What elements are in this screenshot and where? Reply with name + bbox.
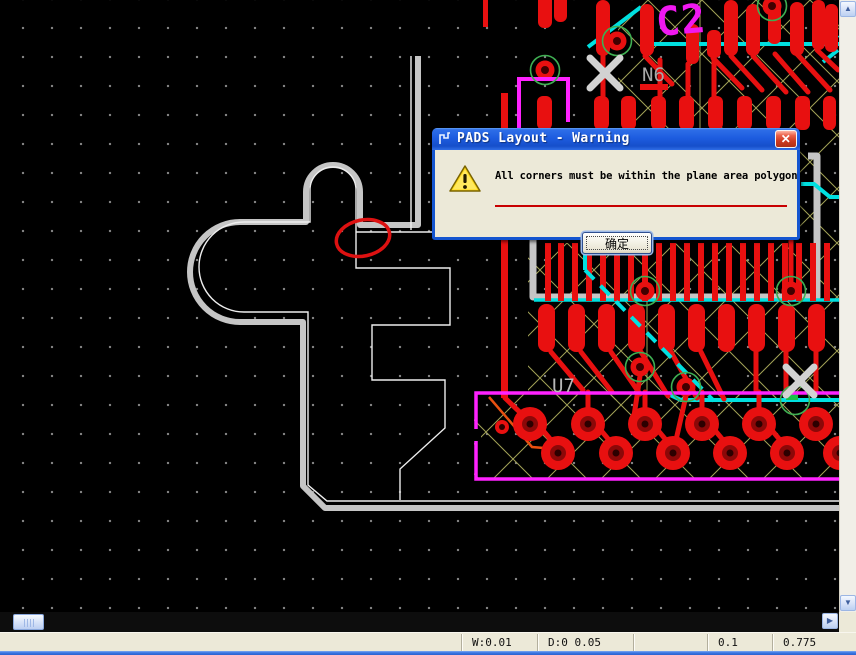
status-value-field-1: 0.1 [707, 634, 772, 651]
label-u7: U7 [552, 375, 575, 397]
status-grid-field: D:0 0.05 [537, 634, 633, 651]
label-c2: C2 [654, 0, 708, 46]
dialog-message: All corners must be within the plane are… [495, 170, 798, 182]
vertical-scrollbar[interactable]: ▲ ▼ [839, 0, 856, 612]
dialog-body: All corners must be within the plane are… [435, 150, 798, 254]
pads-layout-window: C2 N6 U7 ▲ ▼ ▶ W:0.01 D:0 0.05 0.1 0.775 [0, 0, 856, 655]
status-bar: W:0.01 D:0 0.05 0.1 0.775 [0, 632, 856, 651]
status-empty-field [633, 634, 707, 651]
close-button[interactable]: ✕ [775, 130, 797, 148]
ok-button[interactable]: 确定 [582, 232, 652, 254]
horizontal-scrollbar[interactable]: ▶ [0, 612, 839, 632]
down-arrow-icon: ▼ [844, 598, 852, 607]
close-icon: ✕ [780, 132, 792, 146]
horizontal-scrollbar-thumb[interactable] [13, 614, 44, 630]
dialog-title: PADS Layout - Warning [457, 131, 630, 146]
warning-dialog: PADS Layout - Warning ✕ All corners must… [432, 128, 800, 254]
scroll-up-button[interactable]: ▲ [840, 1, 856, 17]
scroll-right-button[interactable]: ▶ [822, 613, 838, 629]
scroll-down-button[interactable]: ▼ [840, 595, 856, 611]
pads-logo-icon [438, 132, 452, 146]
right-arrow-icon: ▶ [826, 616, 834, 625]
up-arrow-icon: ▲ [844, 4, 852, 13]
silkscreen-gap [472, 429, 481, 441]
label-n6: N6 [642, 64, 665, 86]
dialog-titlebar[interactable]: PADS Layout - Warning ✕ [432, 128, 800, 150]
taskbar-edge [0, 651, 856, 655]
warning-icon [448, 164, 482, 194]
status-value-field-2: 0.775 [772, 634, 846, 651]
scrollbar-corner [839, 612, 856, 632]
message-underline [495, 205, 787, 207]
status-width-field: W:0.01 [461, 634, 537, 651]
pcb-canvas[interactable]: C2 N6 U7 [0, 0, 839, 612]
